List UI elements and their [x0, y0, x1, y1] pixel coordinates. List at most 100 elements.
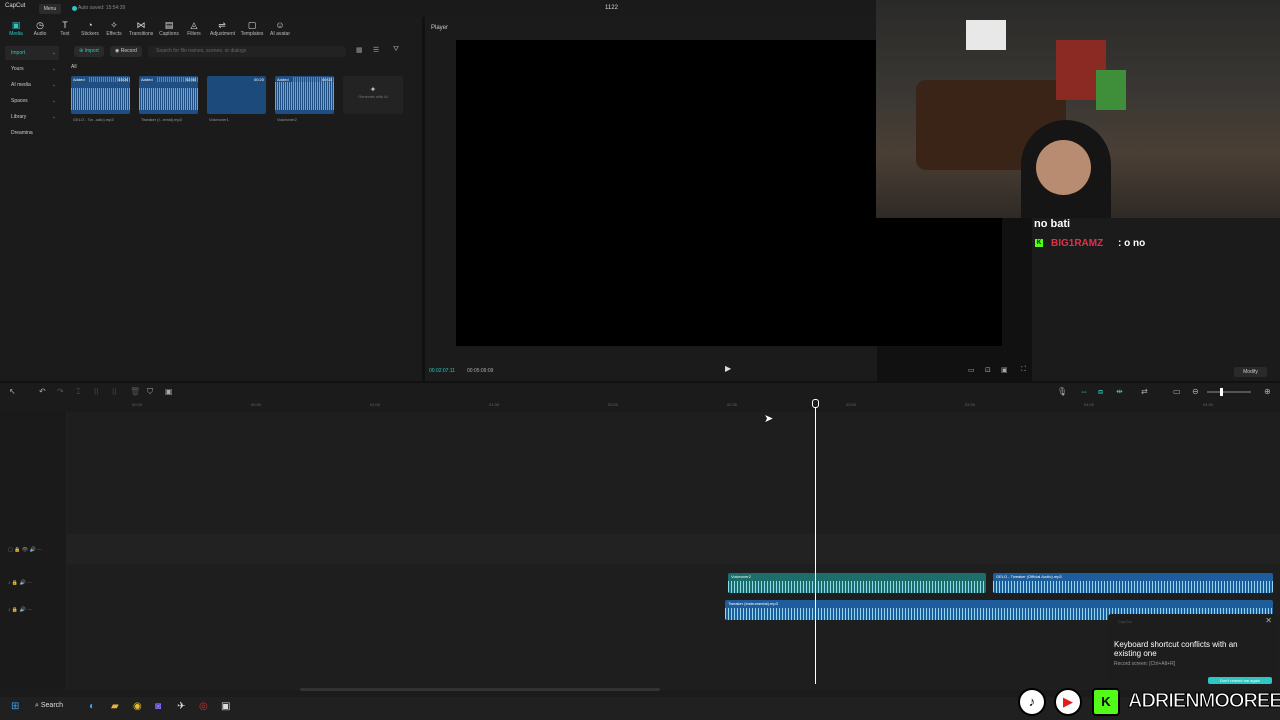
taskbar-search[interactable]: ⌕ Search — [35, 702, 63, 710]
snap-icon[interactable]: ⧈ — [1098, 387, 1103, 397]
tab-media[interactable]: ▣ Media — [4, 20, 28, 37]
zoom-out-icon[interactable]: ⊖ — [1192, 387, 1199, 396]
zoom-in-icon[interactable]: ⊕ — [1264, 387, 1271, 396]
zoom-slider[interactable] — [1207, 391, 1251, 393]
magnet-icon[interactable]: ⇹ — [1116, 387, 1123, 396]
timeline-scrollbar[interactable] — [300, 688, 660, 691]
track-controls-main[interactable]: ▢ 🔒 👁 🔊 ⋯ — [8, 547, 42, 553]
total-time: 00:05:09:09 — [467, 368, 494, 374]
ratio-icon[interactable]: ▭ — [968, 366, 975, 374]
chevron-down-icon: ⌄ — [51, 82, 56, 88]
webcam-overlay — [876, 0, 1280, 218]
kick-icon: K — [1092, 688, 1120, 716]
quality-icon[interactable]: ▣ — [1001, 366, 1008, 374]
media-item[interactable]: Added 03:04 — [71, 76, 130, 114]
ruler-tick: 00:30 — [251, 402, 262, 407]
grid-view-icon[interactable]: ▦ — [356, 46, 363, 54]
sidebar-item-import[interactable]: Import ⌄ — [5, 46, 59, 60]
autosave-icon — [72, 6, 77, 11]
media-item[interactable]: 00:20 — [207, 76, 266, 114]
media-item-name: Voiceover1 — [209, 117, 229, 122]
caption-track-icon[interactable]: ▭ — [1173, 387, 1181, 396]
play-button[interactable]: ▶ — [725, 364, 731, 373]
stickers-icon: ◔ — [87, 20, 93, 30]
media-panel: ▣ Media ◷ Audio T Text ◔ Stickers ✧ Effects ⋈… — [0, 17, 422, 381]
streamer-name: ADRIENMOOREEE — [1128, 690, 1280, 713]
tab-transitions[interactable]: ⋈ Transitions — [129, 20, 153, 37]
media-item[interactable]: Added 00:03 — [275, 76, 334, 114]
folder-icon[interactable]: ▰ — [111, 701, 119, 712]
main-track[interactable] — [67, 534, 1280, 564]
chat-overlay: no bati K BIG1RAMZ : o no — [1032, 218, 1280, 381]
sidebar-item-dreamina[interactable]: Dreamina — [5, 126, 59, 140]
toast-app: CapCut — [1118, 619, 1132, 624]
timeline-clip[interactable]: Voiceover2 — [728, 573, 986, 593]
playhead[interactable] — [815, 400, 816, 684]
tab-text[interactable]: T Text — [53, 20, 77, 37]
edge-icon[interactable]: ◐ — [89, 701, 95, 712]
chevron-down-icon: ⌄ — [51, 114, 56, 120]
ruler-tick: 02:00 — [608, 402, 619, 407]
media-item[interactable]: Added 02:50 — [139, 76, 198, 114]
capcut-icon[interactable]: ▣ — [221, 701, 230, 712]
steam-icon[interactable]: ✈ — [177, 701, 185, 712]
filter-all[interactable]: All — [71, 64, 77, 70]
select-tool-icon[interactable]: ↖ — [9, 387, 16, 396]
tab-audio[interactable]: ◷ Audio — [28, 20, 52, 37]
sidebar-item-library[interactable]: Library ⌄ — [5, 110, 59, 124]
templates-icon: ▢ — [247, 20, 257, 30]
windows-start-icon[interactable]: ⊞ — [11, 701, 19, 712]
sidebar-item-yours[interactable]: Yours ⌄ — [5, 62, 59, 76]
filters-icon: ◬ — [190, 20, 198, 30]
import-button[interactable]: ⊕ Import — [74, 46, 104, 57]
track-controls-audio-1[interactable]: ♪ 🔒 🔊 ⋯ — [8, 580, 32, 586]
tab-filters[interactable]: ◬ Filters — [182, 20, 206, 37]
obs-icon[interactable]: ◎ — [199, 701, 208, 712]
delete-icon[interactable]: 🗑 — [130, 387, 140, 396]
effects-icon: ✧ — [110, 20, 118, 30]
social-overlay: ♪ ▶ K ADRIENMOOREEE — [1014, 684, 1280, 720]
chat-message: : o no — [1118, 238, 1146, 249]
fullscreen-icon[interactable]: ⛶ — [1021, 366, 1026, 374]
discord-icon[interactable]: ◙ — [155, 701, 161, 712]
link-icon[interactable]: ⇔ — [1080, 387, 1088, 396]
playhead-handle[interactable] — [812, 399, 819, 408]
menu-button[interactable]: Menu — [39, 4, 61, 14]
close-icon[interactable]: ✕ — [1265, 616, 1272, 625]
sidebar-item-spaces[interactable]: Spaces ⌄ — [5, 94, 59, 108]
track-controls-audio-2[interactable]: ♪ 🔒 🔊 ⋯ — [8, 607, 32, 613]
dont-remind-button[interactable]: Don't remind me again — [1208, 677, 1272, 684]
ruler-tick: 04:30 — [1203, 402, 1214, 407]
tab-ai-avatar[interactable]: ☺ AI avatar — [268, 20, 292, 37]
tab-templates[interactable]: ▢ Templates — [240, 20, 264, 37]
record-button[interactable]: ◉ Record — [110, 46, 142, 57]
sort-icon[interactable]: ☰ — [373, 46, 379, 54]
zoom-slider-handle[interactable] — [1220, 388, 1223, 396]
chrome-icon[interactable]: ◉ — [133, 701, 142, 712]
modify-button[interactable]: Modify — [1234, 367, 1267, 377]
sidebar-item-ai-media[interactable]: AI media ⌄ — [5, 78, 59, 92]
preview-axis-icon[interactable]: ⇄ — [1141, 387, 1148, 396]
white-shirt — [966, 20, 1006, 50]
marker-icon[interactable]: ⛉ — [147, 387, 153, 397]
player-title: Player — [431, 25, 449, 31]
tab-stickers[interactable]: ◔ Stickers — [78, 20, 102, 37]
fit-icon[interactable]: ⊡ — [985, 366, 991, 374]
filter-icon[interactable]: ⛛ — [393, 46, 399, 54]
tab-captions[interactable]: ▤ Captions — [157, 20, 181, 37]
undo-icon[interactable]: ↶ — [39, 387, 46, 396]
tab-effects[interactable]: ✧ Effects — [102, 20, 126, 37]
tab-adjustment[interactable]: ⇌ Adjustment — [210, 20, 235, 37]
project-name: 1122 — [605, 5, 618, 11]
split-icon[interactable]: ⌶ — [76, 387, 81, 397]
timeline-clip[interactable]: GELO - Tweaker (Official Audio).mp3 — [993, 573, 1273, 593]
microphone-icon[interactable]: 🎙 — [1057, 387, 1067, 396]
split-right-icon[interactable]: ⌷ — [112, 387, 117, 397]
media-search-input[interactable]: Search for file names, scenes, or dialog… — [148, 46, 346, 57]
split-left-icon[interactable]: ⌷ — [94, 387, 99, 397]
current-time: 00:02:07:11 — [429, 368, 456, 374]
redo-icon[interactable]: ↷ — [57, 387, 64, 396]
crop-icon[interactable]: ▣ — [165, 387, 173, 396]
generate-with-ai-button[interactable]: ✦ Generate with AI — [343, 76, 403, 114]
ruler-tick: 01:00 — [370, 402, 381, 407]
